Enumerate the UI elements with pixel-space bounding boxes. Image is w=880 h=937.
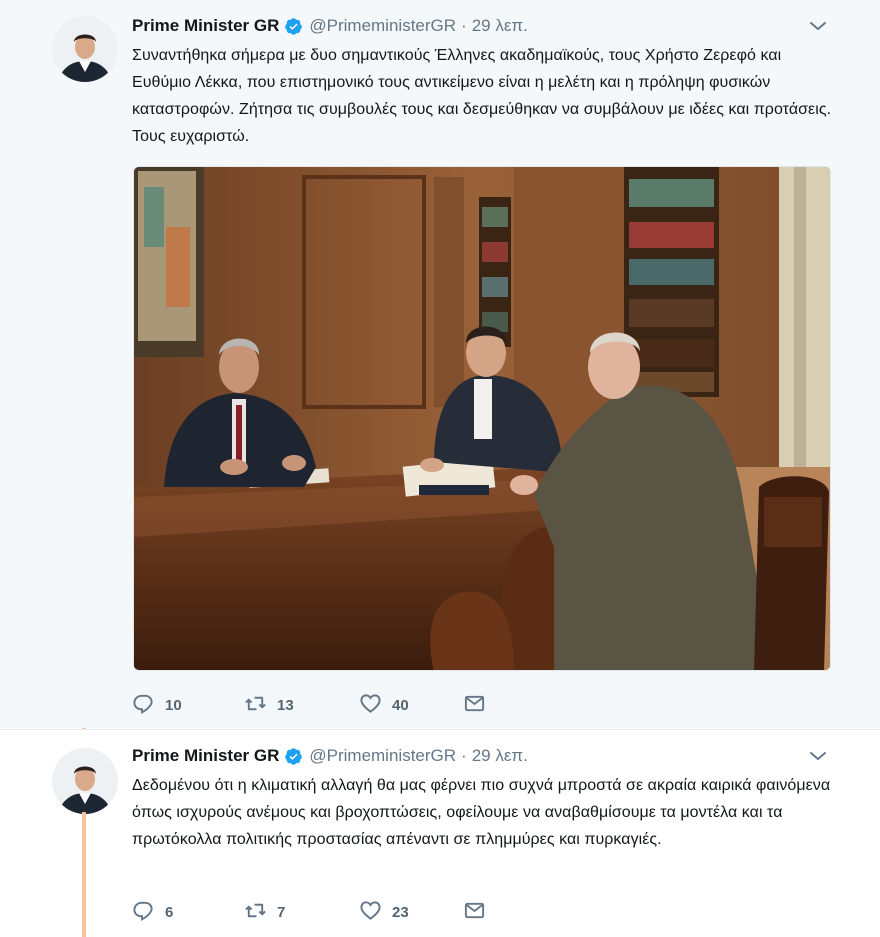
- author-handle[interactable]: @PrimeministerGR: [309, 16, 456, 36]
- like-count: 23: [392, 903, 409, 921]
- verified-badge-icon: [284, 17, 303, 36]
- retweet-button[interactable]: 13: [244, 692, 359, 719]
- direct-message-button[interactable]: [463, 692, 486, 719]
- verified-badge-icon: [284, 747, 303, 766]
- chevron-down-icon[interactable]: [808, 18, 828, 34]
- timestamp[interactable]: 29 λεπ.: [472, 16, 528, 36]
- tweet-text: Δεδομένου ότι η κλιματική αλλαγή θα μας …: [132, 777, 831, 848]
- heart-icon: [359, 692, 382, 719]
- retweet-button[interactable]: 7: [244, 899, 359, 926]
- envelope-icon: [463, 692, 486, 719]
- reply-count: 6: [165, 903, 174, 921]
- author-name[interactable]: Prime Minister GR: [132, 16, 279, 36]
- reply-button[interactable]: 6: [132, 899, 244, 926]
- envelope-icon: [463, 899, 486, 926]
- retweet-icon: [244, 899, 267, 926]
- tweet-actions: 10 13 40: [132, 692, 486, 718]
- tweet-photo[interactable]: [133, 166, 831, 671]
- tweet-2[interactable]: Prime Minister GR @PrimeministerGR · 29 …: [0, 729, 880, 937]
- separator: ·: [461, 16, 467, 35]
- tweet-header: Prime Minister GR @PrimeministerGR · 29 …: [132, 14, 528, 38]
- tweet-actions: 6 7 23: [132, 899, 486, 925]
- chevron-down-icon[interactable]: [808, 748, 828, 764]
- like-button[interactable]: 23: [359, 899, 463, 926]
- reply-count: 10: [165, 696, 182, 714]
- tweet-text: Συναντήθηκα σήμερα με δυο σημαντικούς Έλ…: [132, 47, 832, 145]
- timestamp[interactable]: 29 λεπ.: [472, 746, 528, 766]
- retweet-count: 13: [277, 696, 294, 714]
- author-name[interactable]: Prime Minister GR: [132, 746, 279, 766]
- thread-connector-line: [82, 812, 86, 937]
- avatar[interactable]: [52, 748, 118, 814]
- tweet-1[interactable]: Prime Minister GR @PrimeministerGR · 29 …: [0, 0, 880, 728]
- direct-message-button[interactable]: [463, 899, 486, 926]
- author-handle[interactable]: @PrimeministerGR: [309, 746, 456, 766]
- heart-icon: [359, 899, 382, 926]
- separator: ·: [461, 746, 467, 765]
- retweet-count: 7: [277, 903, 286, 921]
- like-button[interactable]: 40: [359, 692, 463, 719]
- reply-button[interactable]: 10: [132, 692, 244, 719]
- retweet-icon: [244, 692, 267, 719]
- like-count: 40: [392, 696, 409, 714]
- reply-icon: [132, 692, 155, 719]
- reply-icon: [132, 899, 155, 926]
- tweet-header: Prime Minister GR @PrimeministerGR · 29 …: [132, 744, 528, 768]
- avatar[interactable]: [52, 16, 118, 82]
